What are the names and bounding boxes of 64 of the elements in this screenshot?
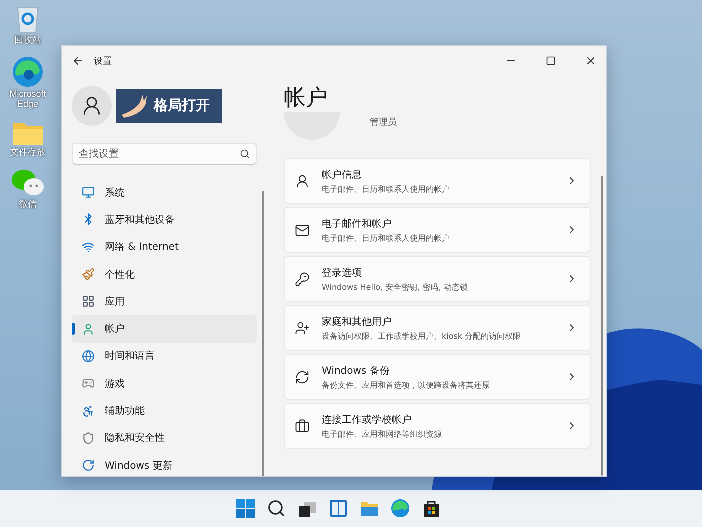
sidebar-item[interactable]: 蓝牙和其他设备 [72,206,257,234]
sidebar-item[interactable]: 网络 & Internet [72,234,257,261]
account-icon [82,322,95,336]
backup-icon [295,370,310,384]
settings-card[interactable]: Windows 备份 备份文件、应用和首选项，以便跨设备将其还原 [284,354,591,400]
card-title: 电子邮件和帐户 [322,218,393,230]
sidebar-item[interactable]: 游戏 [72,370,257,398]
account-role: 管理员 [370,116,397,129]
sidebar-item[interactable]: 个性化 [72,260,257,288]
search-icon[interactable] [267,499,286,518]
key-icon [295,272,310,286]
browser-icon[interactable] [391,499,410,518]
family-icon [295,320,310,336]
card-subtitle: 设备访问权限、工作或学校用户、kiosk 分配的访问权限 [322,330,522,342]
card-title: 家庭和其他用户 [322,316,393,328]
windows-start-icon[interactable] [236,499,255,518]
time-icon [82,350,95,363]
settings-card[interactable]: 电子邮件和帐户 电子邮件、日历和联系人使用的帐户 [284,207,591,253]
card-subtitle: 电子邮件、应用和网络等组织资源 [322,428,443,440]
gaming-icon [82,377,95,390]
privacy-icon [82,432,95,445]
sidebar-item[interactable]: 帐户 [72,315,257,343]
settings-card[interactable]: 家庭和其他用户 设备访问权限、工作或学校用户、kiosk 分配的访问权限 [284,305,591,351]
store-bag-icon[interactable] [422,499,441,518]
search-field[interactable]: 查找设置 [72,143,257,165]
card-title: 连接工作或学校帐户 [322,414,413,426]
card-subtitle: 电子邮件、日历和联系人使用的帐户 [322,232,451,244]
settings-card[interactable]: 连接工作或学校帐户 电子邮件、应用和网络等组织资源 [284,403,591,449]
user-avatar [72,86,112,126]
widgets-icon[interactable] [329,499,348,518]
sidebar-item[interactable]: 隐私和安全性 [72,424,257,452]
card-title: 帐户信息 [322,168,363,182]
card-title: 登录选项 [322,266,363,280]
close-icon [585,55,597,67]
mail-icon [295,222,310,238]
settings-card[interactable]: 帐户信息 电子邮件、日历和联系人使用的帐户 [284,158,591,204]
sticker-text: 格局打开 [154,97,210,115]
apps-icon [82,295,95,308]
sidebar-item[interactable]: 应用 [72,288,257,316]
folder-icon[interactable] [360,499,379,518]
sidebar-item[interactable]: 时间和语言 [72,342,257,370]
browser-icon [12,56,44,88]
maximize-icon [546,56,556,66]
info-icon [295,174,310,188]
back-arrow-icon[interactable] [72,55,84,67]
card-title: Windows 备份 [322,364,391,378]
page-title: 帐户 [284,86,329,112]
card-subtitle: 备份文件、应用和首选项，以便跨设备将其还原 [322,380,491,390]
sidebar-item[interactable]: 辅助功能 [72,397,257,425]
settings-card[interactable]: 登录选项 Windows Hello, 安全密钥, 密码, 动态锁 [284,256,591,302]
sidebar-item[interactable]: Windows 更新 [72,452,257,476]
task-view-icon[interactable] [298,499,317,518]
search-icon [240,149,250,159]
chat-bubbles-icon [11,168,45,198]
brush-icon [82,268,95,282]
window-title: 设置 [94,56,113,68]
bluetooth-icon [82,213,95,226]
card-subtitle: Windows Hello, 安全密钥, 密码, 动态锁 [322,282,469,292]
system-icon [82,186,95,200]
card-subtitle: 电子邮件、日历和联系人使用的帐户 [322,184,451,194]
work-icon [295,418,310,434]
accessibility-icon [82,404,95,418]
sidebar-item[interactable]: 系统 [72,179,257,206]
update-icon [82,459,95,472]
